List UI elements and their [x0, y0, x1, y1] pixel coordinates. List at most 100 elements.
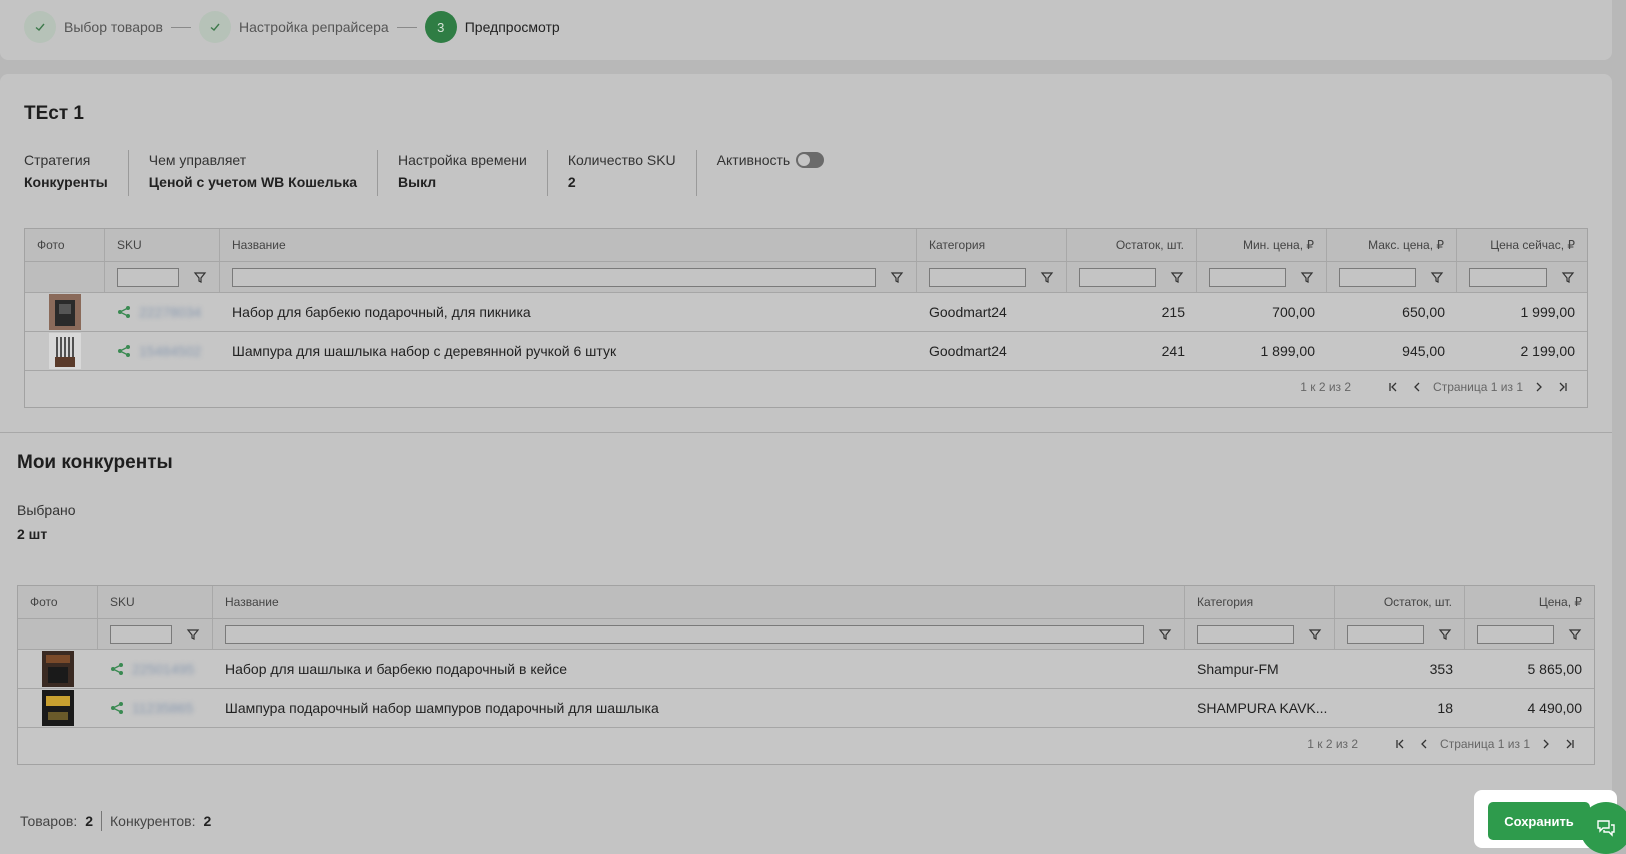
step-preview[interactable]: 3 Предпросмотр: [424, 11, 560, 43]
product-category: Goodmart24: [929, 304, 1007, 320]
prev-page-icon[interactable]: [1412, 738, 1436, 750]
sku-cell: 22501495: [98, 650, 213, 688]
col-stock[interactable]: Остаток, шт.: [1335, 586, 1465, 618]
price-filter-input[interactable]: [1477, 624, 1554, 644]
competitors-title: Мои конкуренты: [17, 452, 173, 473]
stock-filter-input[interactable]: [1347, 624, 1424, 644]
filter-cell: [1185, 619, 1335, 649]
col-category[interactable]: Категория: [1185, 586, 1335, 618]
filter-icon[interactable]: [1300, 270, 1314, 284]
filter-cell: [1465, 619, 1594, 649]
info-value: Выкл: [398, 174, 437, 190]
first-page-icon[interactable]: [1388, 738, 1412, 750]
product-name: Набор для шашлыка и барбекю подарочный в…: [225, 661, 567, 677]
col-sku[interactable]: SKU: [105, 229, 220, 261]
filter-row: [25, 262, 1587, 293]
prev-page-icon[interactable]: [1405, 381, 1429, 393]
chat-button[interactable]: [1580, 802, 1626, 854]
sku-cell: 22278034: [105, 293, 220, 331]
share-icon[interactable]: [110, 662, 124, 676]
check-icon: [24, 11, 56, 43]
share-icon[interactable]: [117, 344, 131, 358]
col-photo: Фото: [25, 229, 105, 261]
filter-icon[interactable]: [1438, 627, 1452, 641]
col-current-price[interactable]: Цена сейчас, ₽: [1457, 229, 1587, 261]
name-filter-input[interactable]: [225, 624, 1144, 644]
product-photo[interactable]: [42, 690, 74, 726]
col-price[interactable]: Цена, ₽: [1465, 586, 1594, 618]
col-name[interactable]: Название: [220, 229, 917, 261]
table-row[interactable]: 15484502 Шампура для шашлыка набор с дер…: [25, 332, 1587, 371]
sku-filter-input[interactable]: [110, 624, 172, 644]
filter-icon[interactable]: [1430, 270, 1444, 284]
sku-link[interactable]: 22501495: [132, 661, 194, 677]
filter-icon[interactable]: [890, 270, 904, 284]
info-control: Чем управляет Ценой с учетом WB Кошелька: [127, 150, 377, 196]
sku-link[interactable]: 15484502: [139, 343, 201, 359]
col-sku[interactable]: SKU: [98, 586, 213, 618]
info-label: Активность: [717, 150, 825, 170]
filter-icon[interactable]: [1308, 627, 1322, 641]
photo-cell: [18, 650, 98, 688]
col-max-price[interactable]: Макс. цена, ₽: [1327, 229, 1457, 261]
filter-cell: [105, 262, 220, 292]
info-label: Настройка времени: [398, 152, 527, 168]
product-photo[interactable]: [49, 294, 81, 330]
current-price-filter-input[interactable]: [1469, 267, 1547, 287]
product-category: SHAMPURA KAVK...: [1197, 700, 1328, 716]
share-icon[interactable]: [117, 305, 131, 319]
product-current-price: 2 199,00: [1520, 343, 1576, 359]
table-row[interactable]: 22278034 Набор для барбекю подарочный, д…: [25, 293, 1587, 332]
sku-link[interactable]: 11235865: [132, 700, 193, 716]
sku-filter-input[interactable]: [117, 267, 179, 287]
next-page-icon[interactable]: [1527, 381, 1551, 393]
last-page-icon[interactable]: [1558, 738, 1582, 750]
share-icon[interactable]: [110, 701, 124, 715]
last-page-icon[interactable]: [1551, 381, 1575, 393]
activity-label: Активность: [716, 152, 791, 168]
col-stock[interactable]: Остаток, шт.: [1067, 229, 1197, 261]
save-button[interactable]: Сохранить: [1488, 802, 1590, 840]
scrollbar[interactable]: [1612, 74, 1626, 854]
filter-cell: [220, 262, 917, 292]
filter-icon[interactable]: [186, 627, 200, 641]
table-row[interactable]: 11235865 Шампура подарочный набор шампур…: [18, 689, 1594, 728]
activity-toggle[interactable]: [796, 152, 825, 168]
stepper-card: Выбор товаров Настройка репрайсера 3 Пре…: [0, 0, 1612, 60]
filter-cell: [917, 262, 1067, 292]
product-photo[interactable]: [49, 333, 81, 369]
name-filter-input[interactable]: [232, 267, 876, 287]
table-row[interactable]: 22501495 Набор для шашлыка и барбекю под…: [18, 650, 1594, 689]
chat-icon: [1597, 820, 1615, 837]
min-price-filter-input[interactable]: [1209, 267, 1286, 287]
step-repricer-settings[interactable]: Настройка репрайсера: [199, 11, 389, 43]
filter-icon[interactable]: [1568, 627, 1582, 641]
filter-cell: [1457, 262, 1587, 292]
max-price-filter-input[interactable]: [1339, 267, 1416, 287]
filter-icon[interactable]: [1040, 270, 1054, 284]
product-current-price: 1 999,00: [1520, 304, 1576, 320]
col-category[interactable]: Категория: [917, 229, 1067, 261]
category-filter-input[interactable]: [1197, 624, 1294, 644]
step-select-products[interactable]: Выбор товаров: [24, 11, 163, 43]
competitors-pager: 1 к 2 из 2 Страница 1 из 1: [18, 728, 1594, 760]
category-filter-input[interactable]: [929, 267, 1026, 287]
info-label: Стратегия: [24, 152, 91, 168]
filter-icon[interactable]: [1158, 627, 1172, 641]
first-page-icon[interactable]: [1381, 381, 1405, 393]
product-min-price: 1 899,00: [1260, 343, 1316, 359]
filter-icon[interactable]: [1170, 270, 1184, 284]
filter-icon[interactable]: [1561, 270, 1575, 284]
pager-range: 1 к 2 из 2: [1300, 380, 1352, 394]
col-min-price[interactable]: Мин. цена, ₽: [1197, 229, 1327, 261]
next-page-icon[interactable]: [1534, 738, 1558, 750]
col-name[interactable]: Название: [213, 586, 1185, 618]
filter-icon[interactable]: [193, 270, 207, 284]
sku-link[interactable]: 22278034: [139, 304, 201, 320]
product-photo[interactable]: [42, 651, 74, 687]
info-strategy: Стратегия Конкуренты: [24, 150, 128, 196]
filter-cell: [1327, 262, 1457, 292]
stock-filter-input[interactable]: [1079, 267, 1156, 287]
table-header: Фото SKU Название Категория Остаток, шт.…: [25, 229, 1587, 262]
filter-cell-empty: [25, 262, 105, 292]
